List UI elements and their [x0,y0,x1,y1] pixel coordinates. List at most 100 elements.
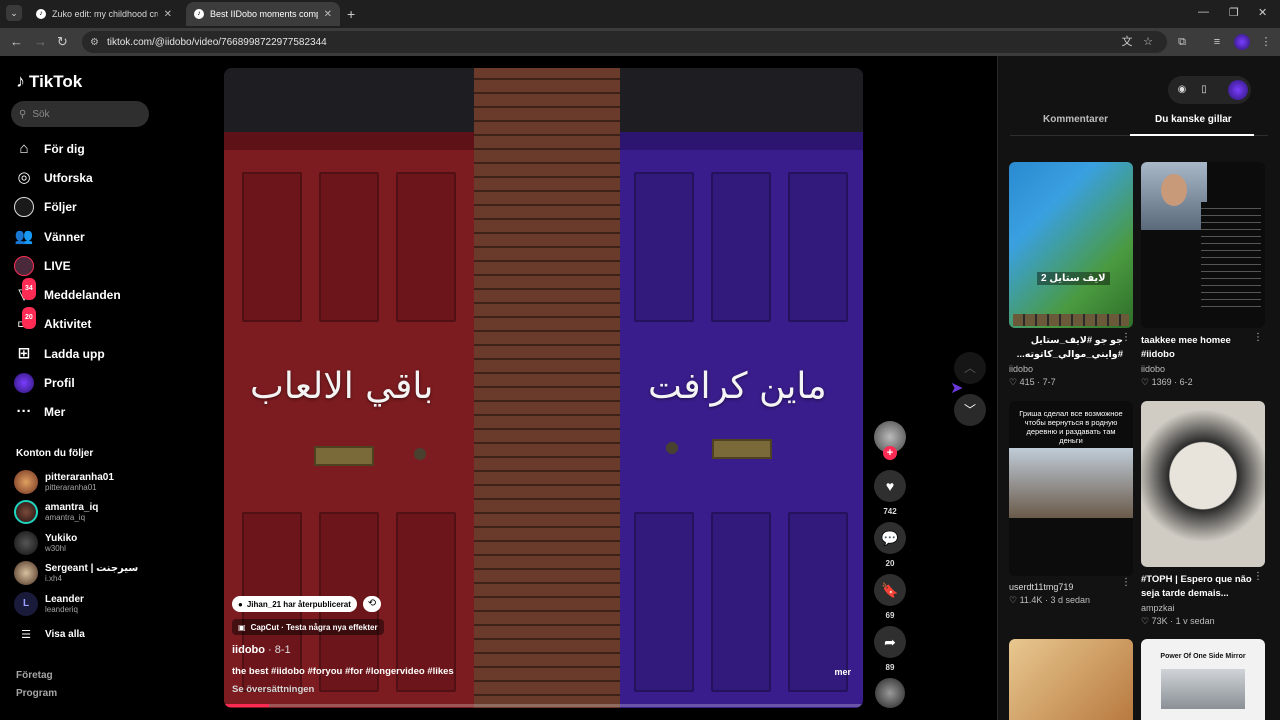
repost-badge[interactable]: ● Jihan_21 har återpublicerat [232,596,357,612]
device-icon[interactable]: ▯ [1196,82,1212,98]
followed-account[interactable]: L Leander leanderiq [14,590,84,618]
bookmark-star-icon[interactable]: ☆ [1141,35,1155,49]
footer-link-program[interactable]: Program [16,688,57,699]
music-disc-icon[interactable] [875,678,905,708]
browser-tab-2[interactable]: ♪ Best IIDobo moments compilat ✕ [186,2,340,26]
like-button[interactable]: ♥ [874,470,906,502]
sidebar-item-label: Ladda upp [44,347,105,361]
thumbnail-overlay-text: لايف ستايل 2 [1037,272,1110,285]
reading-list-icon[interactable]: ≡ [1210,35,1224,49]
user-avatar[interactable] [1228,80,1248,100]
video-progress-bar[interactable] [224,704,863,707]
comment-button[interactable]: 💬 [874,522,906,554]
recommended-video-card[interactable]: ⋮ #TOPH | Espero que não seja tarde dema… [1141,401,1265,627]
see-translation-link[interactable]: Se översättningen [232,684,314,695]
recommended-video-card[interactable]: Гриша сделал все возможное чтобы вернуть… [1009,401,1133,606]
recommended-video-card[interactable]: لايف ستايل 2 ⋮ جو جو #لايف_ستايل #وايني_… [1009,162,1133,388]
sidebar-item-live[interactable]: LIVE [14,254,71,278]
translate-icon[interactable]: 文 [1120,35,1134,49]
card-author: iidobo [1009,364,1034,374]
comment-icon: 💬 [881,530,899,546]
reload-icon[interactable]: ↻ [57,34,68,50]
footer-link-company[interactable]: Företag [16,670,53,681]
profile-avatar-icon [14,373,34,393]
video-thumbnail [1141,401,1265,567]
more-options-icon[interactable]: ⋮ [1253,332,1263,343]
recommended-video-card[interactable]: Power Of One Side Mirror [1141,639,1265,720]
account-handle: i.xh4 [45,573,62,583]
sidebar-item-upload[interactable]: ⊞ Ladda upp [14,342,105,366]
tab-you-may-like[interactable]: Du kanske gillar [1155,114,1232,125]
list-icon: ☰ [21,628,31,641]
video-overlay-text-left: باقي الالعاب [250,366,434,407]
active-tab-underline [1130,134,1254,136]
video-thumbnail [1141,162,1265,328]
maximize-icon[interactable]: ❐ [1229,6,1239,19]
capcut-effect-link[interactable]: ▣ CapCut · Testa några nya effekter [232,619,384,635]
share-button[interactable]: ➦ [874,626,906,658]
tab-search-button[interactable]: ⌄ [6,5,22,21]
followed-account[interactable]: pitteraranha01 pitteraranha01 [14,468,114,496]
more-caption-button[interactable]: mer [834,667,851,677]
followed-account[interactable]: Yukiko w30hl [14,529,77,557]
back-icon[interactable]: ← [10,34,23,49]
show-all-accounts-link[interactable]: ☰ Visa alla [14,620,85,648]
more-options-icon[interactable]: ⋮ [1121,332,1131,343]
sidebar-item-friends[interactable]: 👥 Vänner [14,225,85,249]
browser-tab-bar: ⌄ ♪ Zuko edit: my childhood crush - ✕ ♪ … [0,0,1280,28]
heart-icon: ♥ [885,478,895,494]
panel-tabs: Kommentarer Du kanske gillar [1010,114,1268,136]
tiktok-favicon-icon: ♪ [194,9,204,19]
sidebar-item-following[interactable]: Följer [14,195,77,219]
account-name: Sergeant | سيرجنت [45,562,139,574]
sidebar-item-explore[interactable]: ◎ Utforska [14,166,92,190]
menu-dots-icon[interactable]: ⋮ [1259,35,1273,49]
mouse-cursor-icon: ➤ [950,380,964,397]
sidebar-item-messages[interactable]: ▽34 Meddelanden [14,278,121,307]
search-input[interactable]: ⚲ Sök [11,101,149,127]
post-date: · 8-1 [265,644,291,656]
recommended-video-card[interactable] [1009,639,1133,720]
account-handle: leanderiq [45,604,78,614]
search-placeholder: Sök [32,108,50,120]
video-player[interactable]: باقي الالعاب ماين كرافت ● Jihan_21 har å… [224,68,863,708]
activity-badge: 20 [22,307,36,329]
sidebar-item-more[interactable]: ··· Mer [14,400,66,424]
friends-icon: 👥 [14,228,34,245]
coins-icon[interactable]: ◉ [1174,82,1190,98]
tab-comments[interactable]: Kommentarer [1043,114,1108,125]
recommended-video-card[interactable]: ⋮ taakkee mee homee #iidobo #ـسالار_الكر… [1141,162,1265,388]
tiktok-logo[interactable]: ♪ TikTok [16,71,82,92]
sidebar-item-activity[interactable]: ▭20 Aktivitet [14,307,91,336]
bookmark-icon: 🔖 [881,582,899,598]
following-accounts-title: Konton du följer [16,448,94,459]
sidebar-item-for-you[interactable]: ⌂ För dig [14,137,84,161]
repost-icon[interactable]: ⟲ [363,596,381,612]
follow-plus-icon[interactable]: + [883,446,897,460]
browser-profile-avatar[interactable] [1234,34,1250,50]
repost-text: Jihan_21 har återpublicerat [246,599,351,609]
video-author[interactable]: iidobo · 8-1 [232,644,291,656]
followed-account[interactable]: amantra_iq amantra_iq [14,498,98,526]
more-options-icon[interactable]: ⋮ [1121,577,1131,588]
sidebar-item-profile[interactable]: Profil [14,371,75,395]
close-tab-icon[interactable]: ✕ [324,9,332,20]
browser-tab-1[interactable]: ♪ Zuko edit: my childhood crush - ✕ [28,2,180,26]
sidebar-item-label: Mer [44,405,66,419]
more-options-icon[interactable]: ⋮ [1253,571,1263,582]
avatar [14,561,38,585]
save-button[interactable]: 🔖 [874,574,906,606]
share-arrow-icon: ➦ [884,634,896,650]
followed-account[interactable]: Sergeant | سيرجنت i.xh4 [14,559,138,587]
close-tab-icon[interactable]: ✕ [164,9,172,20]
next-video-button[interactable]: ﹀ [954,394,986,426]
forward-icon[interactable]: → [34,34,47,49]
url-field[interactable]: ⚙ tiktok.com/@iidobo/video/7668998722977… [82,31,1167,53]
site-info-icon[interactable]: ⚙ [90,37,99,48]
minimize-icon[interactable]: — [1198,6,1209,18]
extensions-icon[interactable]: ⧉ [1175,35,1189,49]
tab-title: Zuko edit: my childhood crush - [52,9,158,19]
new-tab-button[interactable]: + [347,6,355,22]
card-likes: 11.4K [1019,595,1043,605]
close-window-icon[interactable]: ✕ [1258,6,1267,19]
